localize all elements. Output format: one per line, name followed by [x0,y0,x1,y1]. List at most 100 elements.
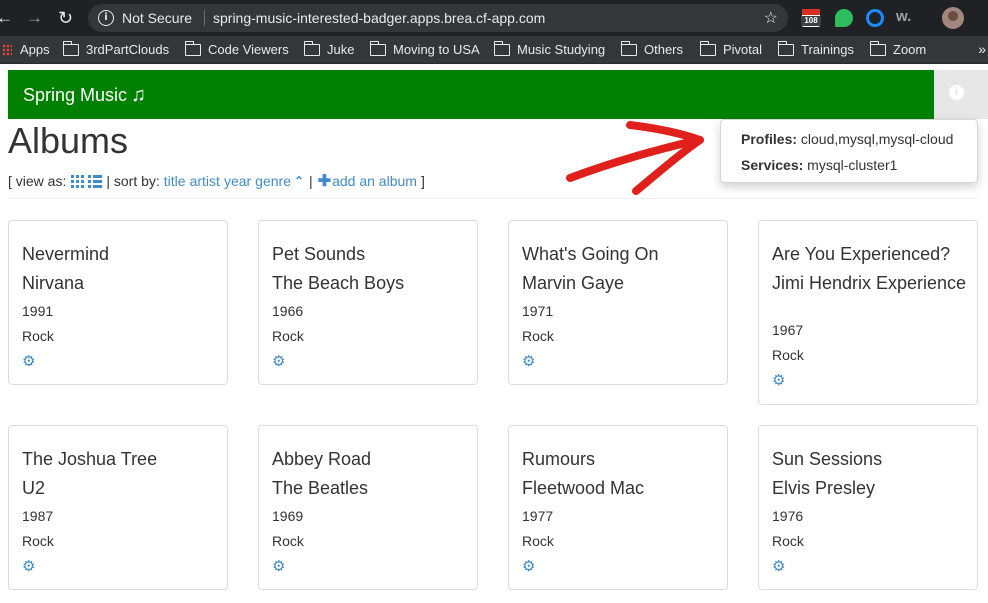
list-view-icon[interactable] [88,174,103,188]
sort-artist-link[interactable]: artist [190,173,220,189]
album-artist[interactable]: Marvin Gaye [522,274,722,293]
gear-icon[interactable]: ⚙ [272,557,285,575]
album-artist[interactable]: Elvis Presley [772,479,972,498]
album-year[interactable]: 1976 [772,508,803,524]
album-genre[interactable]: Rock [772,533,804,549]
info-icon[interactable]: i [98,10,114,26]
calendar-badge: 108 [801,16,821,26]
page-title: Albums [8,120,129,161]
album-year[interactable]: 1987 [22,508,53,524]
sort-genre-link[interactable]: genre [255,173,291,189]
album-year[interactable]: 1969 [272,508,303,524]
bookmark-trainings[interactable]: Trainings [777,40,854,57]
album-title[interactable]: Sun Sessions [772,450,972,469]
sort-year-link[interactable]: year [224,173,251,189]
album-artist[interactable]: Jimi Hendrix Experience [772,274,972,293]
folder-icon [869,40,886,56]
header-divider [8,198,978,199]
info-circle-icon: i [949,85,964,100]
brand-title: Spring Music [23,85,128,105]
security-label[interactable]: Not Secure [122,10,192,26]
services-label: Services: [741,157,804,173]
w-extension-icon[interactable]: w. [896,8,918,26]
bookmark-star-icon[interactable]: ☆ [764,8,778,28]
gear-icon[interactable]: ⚙ [772,371,785,389]
grid-view-icon[interactable] [71,174,85,188]
view-sort-toolbar: [ view as: | sort by: title artist year … [8,171,425,191]
gear-icon[interactable]: ⚙ [22,557,35,575]
bookmark-others[interactable]: Others [620,40,684,57]
folder-icon [303,40,320,56]
gear-icon[interactable]: ⚙ [522,352,535,370]
toolbar-close-bracket: ] [420,173,425,189]
bookmark-label: Music Studying [517,42,606,57]
album-genre[interactable]: Rock [772,347,804,363]
album-genre[interactable]: Rock [22,533,54,549]
bookmark-pivotal[interactable]: Pivotal [699,40,763,57]
bookmark-label: Trainings [801,42,854,57]
forward-icon[interactable]: → [26,8,43,28]
album-title[interactable]: Pet Sounds [272,245,472,264]
album-year[interactable]: 1971 [522,303,553,319]
bookmark-music-studying[interactable]: Music Studying [493,40,606,57]
bookmarks-overflow-icon[interactable]: » [978,41,986,57]
album-title[interactable]: Rumours [522,450,722,469]
album-card: Rumours Fleetwood Mac 1977 Rock ⚙ [508,425,728,590]
brand[interactable]: Spring Music ♫ [23,84,146,107]
album-genre[interactable]: Rock [522,533,554,549]
sort-title-link[interactable]: title [164,173,186,189]
album-title[interactable]: Nevermind [22,245,222,264]
album-artist[interactable]: The Beatles [272,479,472,498]
album-artist[interactable]: Fleetwood Mac [522,479,722,498]
album-year[interactable]: 1991 [22,303,53,319]
album-year[interactable]: 1967 [772,322,803,338]
plus-icon: ✚ [317,173,332,190]
reload-icon[interactable]: ↻ [58,8,73,28]
browser-toolbar: ← → ↻ i Not Secure spring-music-interest… [0,0,988,36]
album-artist[interactable]: The Beach Boys [272,274,472,293]
album-genre[interactable]: Rock [272,533,304,549]
bookmark-label: Others [644,42,684,57]
calendar-extension-icon[interactable]: 108 [801,9,821,27]
folder-icon [493,40,510,56]
bookmark-moving-to-usa[interactable]: Moving to USA [369,40,480,57]
bookmark-code-viewers[interactable]: Code Viewers [184,40,289,57]
album-genre[interactable]: Rock [272,328,304,344]
album-genre[interactable]: Rock [522,328,554,344]
bookmark-apps[interactable]: Apps [2,42,50,57]
gear-icon[interactable]: ⚙ [22,352,35,370]
add-album-link[interactable]: ✚ add an album [318,171,417,191]
evernote-extension-icon[interactable] [835,9,853,27]
album-title[interactable]: Abbey Road [272,450,472,469]
app-navbar: Spring Music ♫ [8,70,988,119]
bookmark-label: Apps [20,42,50,57]
music-note-icon: ♫ [131,84,147,106]
album-title[interactable]: What's Going On [522,245,722,264]
info-button[interactable]: i [934,70,988,119]
album-title[interactable]: The Joshua Tree [22,450,222,469]
profile-avatar[interactable] [942,7,964,29]
gear-icon[interactable]: ⚙ [772,557,785,575]
circle-extension-icon[interactable] [866,9,884,27]
album-card: The Joshua Tree U2 1987 Rock ⚙ [8,425,228,590]
album-genre[interactable]: Rock [22,328,54,344]
gear-icon[interactable]: ⚙ [522,557,535,575]
bookmark-3rdpartclouds[interactable]: 3rdPartClouds [62,40,169,57]
add-album-label: add an album [332,173,417,189]
folder-icon [369,40,386,56]
back-icon[interactable]: ← [0,8,13,28]
url-text[interactable]: spring-music-interested-badger.apps.brea… [213,10,545,26]
address-bar[interactable]: i Not Secure spring-music-interested-bad… [88,4,788,32]
gear-icon[interactable]: ⚙ [272,352,285,370]
services-line: Services: mysql-cluster1 [741,157,897,173]
bookmark-zoom[interactable]: Zoom [869,40,926,57]
bookmark-juke[interactable]: Juke [303,40,354,57]
album-year[interactable]: 1966 [272,303,303,319]
album-artist[interactable]: Nirvana [22,274,222,293]
chevron-up-icon[interactable]: ⌃ [294,174,304,188]
bookmark-label: Pivotal [723,42,763,57]
album-year[interactable]: 1977 [522,508,553,524]
album-title[interactable]: Are You Experienced? [772,245,972,264]
album-artist[interactable]: U2 [22,479,222,498]
album-card: Nevermind Nirvana 1991 Rock ⚙ [8,220,228,385]
